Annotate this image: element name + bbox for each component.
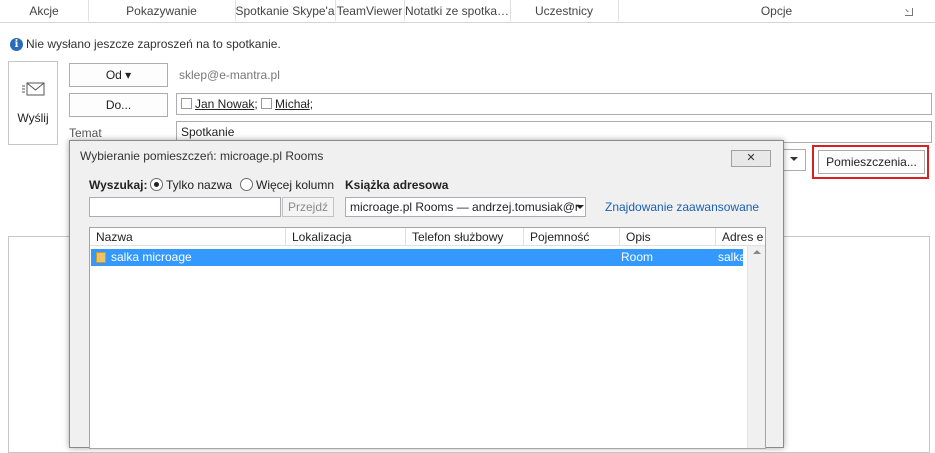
ribbon-group-opcje: Opcje [618, 0, 935, 21]
close-icon[interactable]: ✕ [731, 150, 771, 167]
info-icon: i [10, 38, 23, 52]
from-address: sklep@e-mantra.pl [179, 68, 280, 82]
ribbon-group-teamviewer: TeamViewer [335, 0, 405, 21]
ribbon-group-skype: Spotkanie Skype'a [235, 0, 336, 21]
room-email: salka [718, 250, 743, 264]
location-dropdown-arrow-icon[interactable] [790, 157, 798, 161]
column-header-description[interactable]: Opis [620, 228, 716, 246]
radio-unselected-icon [240, 178, 253, 191]
room-finder-dialog: Wybieranie pomieszczeń: microage.pl Room… [69, 140, 784, 449]
column-header-location[interactable]: Lokalizacja [286, 228, 406, 246]
scroll-up-icon[interactable] [753, 250, 761, 254]
radio-more-columns-label: Więcej kolumn [256, 178, 335, 192]
column-header-capacity[interactable]: Pojemność [524, 228, 620, 246]
send-button[interactable]: Wyślij [8, 61, 58, 145]
rooms-button[interactable]: Pomieszczenia... [818, 150, 925, 174]
recipient-chip[interactable]: Jan Nowak [195, 97, 254, 111]
address-book-select[interactable]: microage.pl Rooms — andrzej.tomusiak@r [345, 197, 586, 217]
chevron-down-icon[interactable] [576, 205, 584, 209]
column-header-name[interactable]: Nazwa [90, 228, 286, 246]
ribbon-group-pokazywanie: Pokazywanie [88, 0, 236, 21]
ribbon-group-uczestnicy: Uczestnicy [510, 0, 619, 21]
table-row[interactable]: salka microage Room salka [91, 249, 743, 266]
send-label: Wyślij [17, 111, 49, 125]
send-envelope-icon [22, 82, 45, 96]
room-description: Room [621, 250, 654, 264]
vertical-scrollbar[interactable] [747, 246, 765, 448]
info-bar: i Nie wysłano jeszcze zaproszeń na to spo… [10, 36, 281, 52]
search-input[interactable] [89, 197, 281, 217]
column-header-phone[interactable]: Telefon służbowy [406, 228, 524, 246]
dialog-title: Wybieranie pomieszczeń: microage.pl Room… [80, 149, 324, 163]
radio-more-columns[interactable]: Więcej kolumn [240, 178, 334, 192]
search-label: Wyszukaj: [89, 178, 148, 192]
rooms-list[interactable]: Nazwa Lokalizacja Telefon służbowy Pojem… [89, 227, 766, 449]
subject-label: Temat [69, 126, 102, 140]
info-text: Nie wysłano jeszcze zaproszeń na to spot… [26, 37, 281, 51]
ribbon-group-akcje: Akcje [0, 0, 89, 21]
recipient-chip[interactable]: Michał [275, 97, 310, 111]
to-button[interactable]: Do... [69, 93, 168, 117]
to-field[interactable]: Jan Nowak; Michał; [176, 93, 932, 115]
radio-name-only-label: Tylko nazwa [166, 178, 233, 192]
advanced-find-link[interactable]: Znajdowanie zaawansowane [605, 200, 759, 214]
recipient-checkbox [261, 98, 273, 109]
address-book-label: Książka adresowa [345, 178, 449, 192]
room-icon [96, 252, 106, 263]
dialog-launcher-icon[interactable] [905, 8, 913, 16]
go-button[interactable]: Przejdź [282, 197, 334, 217]
radio-selected-icon [150, 178, 163, 191]
column-header-email[interactable]: Adres e [716, 228, 765, 246]
room-name: salka microage [111, 250, 192, 264]
from-button[interactable]: Od ▾ [69, 63, 168, 87]
recipient-checkbox [181, 98, 192, 109]
radio-name-only[interactable]: Tylko nazwa [150, 178, 232, 192]
ribbon: Akcje Pokazywanie Spotkanie Skype'a Team… [0, 0, 935, 23]
ribbon-group-opcje-label: Opcje [760, 4, 793, 18]
ribbon-group-notatki: Notatki ze spotka… [404, 0, 511, 21]
